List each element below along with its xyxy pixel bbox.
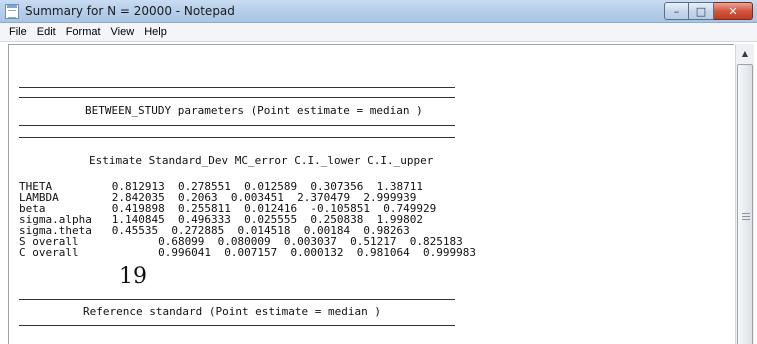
menu-bar: File Edit Format View Help bbox=[0, 23, 757, 42]
menu-edit[interactable]: Edit bbox=[32, 26, 61, 38]
scroll-up-arrow-icon[interactable]: ▲ bbox=[736, 44, 754, 62]
grip-icon bbox=[742, 213, 750, 220]
text-editor[interactable]: BETWEEN_STUDY parameters (Point estimate… bbox=[8, 44, 734, 344]
divider-line bbox=[19, 137, 455, 138]
notepad-window: Summary for N = 20000 - Notepad – □ ✕ Fi… bbox=[0, 0, 757, 344]
window-title: Summary for N = 20000 - Notepad bbox=[25, 4, 235, 18]
menu-view[interactable]: View bbox=[106, 26, 140, 38]
divider-line bbox=[19, 97, 455, 98]
menu-help[interactable]: Help bbox=[139, 26, 172, 38]
menu-format[interactable]: Format bbox=[61, 26, 106, 38]
maximize-button[interactable]: □ bbox=[689, 2, 714, 20]
window-controls: – □ ✕ bbox=[664, 2, 753, 20]
divider-line bbox=[19, 87, 455, 88]
notepad-icon bbox=[5, 4, 19, 19]
close-button[interactable]: ✕ bbox=[714, 2, 753, 20]
menu-file[interactable]: File bbox=[4, 26, 32, 38]
minimize-button[interactable]: – bbox=[664, 2, 689, 20]
divider-line bbox=[19, 299, 455, 300]
vertical-scrollbar[interactable]: ▲ bbox=[735, 44, 754, 344]
page-number: 19 bbox=[119, 264, 147, 289]
title-bar[interactable]: Summary for N = 20000 - Notepad – □ ✕ bbox=[0, 0, 757, 23]
divider-line bbox=[19, 125, 455, 126]
scrollbar-thumb[interactable] bbox=[737, 64, 753, 344]
reference-heading: Reference standard (Point estimate = med… bbox=[83, 305, 382, 318]
table-row: C overall 0.996041 0.007157 0.000132 0.9… bbox=[19, 246, 476, 259]
columns-header: Estimate Standard_Dev MC_error C.I._lowe… bbox=[89, 154, 434, 167]
between-study-heading: BETWEEN_STUDY parameters (Point estimate… bbox=[85, 104, 423, 117]
divider-line bbox=[19, 325, 455, 326]
